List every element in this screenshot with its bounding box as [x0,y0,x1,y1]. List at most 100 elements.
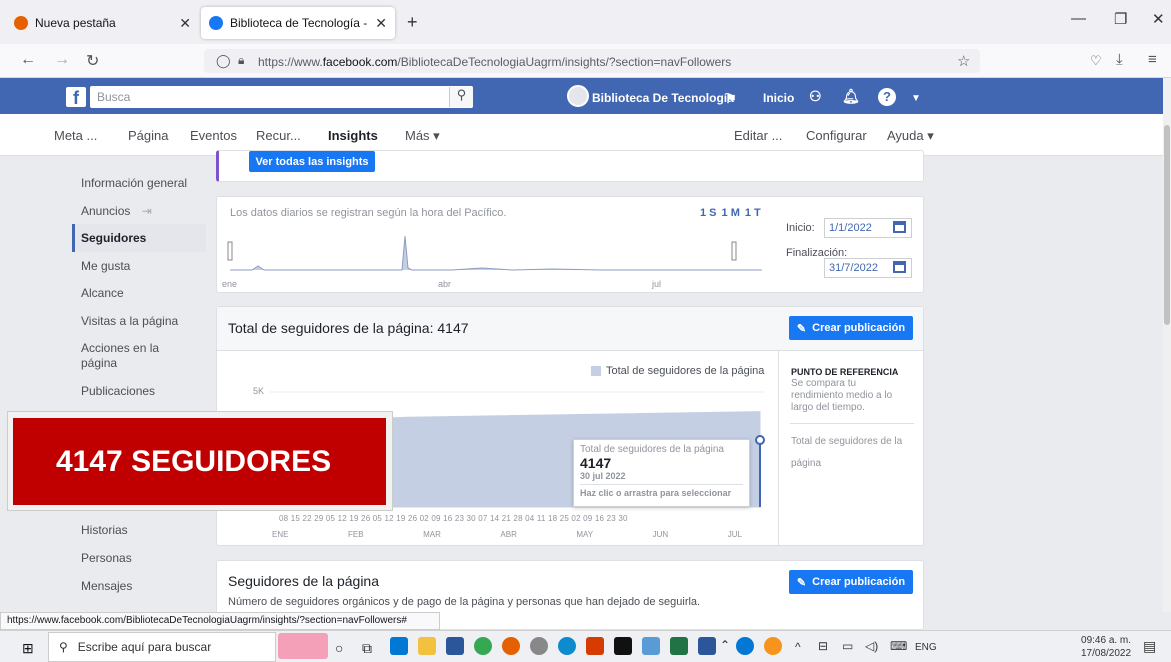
notifications-bell-icon[interactable]: 🔔︎ [842,88,860,105]
search-icon[interactable]: ⚲ [449,87,473,107]
view-all-insights-button[interactable]: Ver todas las insights [249,151,375,172]
tab-meta[interactable]: Meta ... [54,128,97,143]
word-icon[interactable] [698,637,716,655]
tooltip-title: Total de seguidores de la página [580,444,724,455]
tab-recursos[interactable]: Recur... [256,128,301,143]
edit-link[interactable]: Editar ... [734,128,782,143]
tooltip-hint: Haz clic o arrastra para seleccionar [580,488,732,498]
scrollbar-thumb[interactable] [1164,125,1170,325]
language-indicator[interactable]: ENG [915,642,937,653]
new-tab-button[interactable]: + [407,12,418,33]
sidebar-item-page-views[interactable]: Visitas a la página [81,314,206,329]
create-post-button[interactable]: ✎ Crear publicación [789,570,913,594]
netflix-icon[interactable] [614,637,632,655]
minimize-icon[interactable]: — [1071,10,1086,27]
menu-icon[interactable]: ≡ [1148,51,1157,68]
reload-icon[interactable]: ↻ [86,51,99,71]
settings-link[interactable]: Configurar [806,128,867,143]
office-icon[interactable] [586,637,604,655]
edge-icon[interactable] [558,637,576,655]
help-icon[interactable]: ? [878,88,896,106]
period-1m[interactable]: 1 M [722,207,740,219]
tab-eventos[interactable]: Eventos [190,128,237,143]
fb-page-name[interactable]: Biblioteca De Tecnología [592,91,734,105]
range-handle-right[interactable] [731,241,737,261]
forward-icon[interactable]: → [54,51,70,69]
period-selector: 1 S 1 M 1 T [700,207,761,219]
benchmark-title: PUNTO DE REFERENCIA [791,367,899,377]
network-icon[interactable]: ⊟ [818,639,828,653]
help-link[interactable]: Ayuda ▾ [887,128,934,144]
download-icon[interactable]: ⤓ [1116,51,1123,68]
sidebar-item-stories[interactable]: Historias [81,523,206,538]
file-explorer-icon[interactable] [418,637,436,655]
search-highlight-icon[interactable] [278,633,328,659]
range-sparkline[interactable] [222,222,770,286]
restore-icon[interactable]: ❐ [1114,10,1127,28]
dropbox-icon[interactable] [390,637,408,655]
tab-insights[interactable]: Insights [328,128,378,143]
close-icon[interactable]: ✕ [375,15,387,32]
sidebar-item-followers[interactable]: Seguidores [81,231,206,246]
calendar-icon[interactable] [893,221,906,233]
facebook-search-input[interactable]: Busca [90,86,473,108]
tab-mas[interactable]: Más ▾ [405,128,440,144]
excel-icon[interactable] [670,637,688,655]
app-icon[interactable] [764,637,782,655]
clock-date: 17/08/2022 [1081,648,1132,659]
facebook-logo-icon[interactable]: f [66,87,86,108]
lock-icon[interactable]: 🔒︎ [238,53,244,68]
windows-start-icon[interactable]: ⊞ [22,640,34,657]
browser-tab-new[interactable]: Nueva pestaña ✕ [6,7,199,39]
battery-icon[interactable]: ▭ [842,639,853,653]
notifications-icon[interactable]: ▤ [1143,638,1156,655]
taskbar-search-text: Escribe aquí para buscar [77,640,212,654]
help-app-icon[interactable] [736,637,754,655]
friends-icon[interactable]: ⚇ [809,88,822,105]
sidebar-item-people[interactable]: Personas [81,551,206,566]
chevron-down-icon[interactable]: ▼ [911,93,921,104]
back-icon[interactable]: ← [20,51,36,69]
sidebar-item-ads[interactable]: Anuncios ⇥ [81,204,206,219]
clock[interactable]: 09:46 a. m. 17/08/2022 [1081,634,1131,660]
range-handle-left[interactable] [227,241,233,261]
followers-total-title: Total de seguidores de la página: 4147 [228,320,469,336]
task-view-icon[interactable]: ⧉ [362,640,372,657]
sidebar-item-posts[interactable]: Publicaciones [81,384,206,399]
data-point[interactable] [755,435,765,445]
sidebar-item-overview[interactable]: Información general [81,176,206,191]
url-text[interactable]: https://www.facebook.com/BibliotecaDeTec… [258,55,731,69]
pencil-icon: ✎ [796,576,807,589]
benchmark-metric[interactable]: Total de seguidores de la página [791,431,916,475]
sidebar-item-actions[interactable]: Acciones en la página [81,341,161,371]
chrome-icon[interactable] [474,637,492,655]
fb-home-link[interactable]: Inicio [763,91,794,105]
volume-icon[interactable]: ◁) [865,639,878,653]
tab-pagina[interactable]: Página [128,128,168,143]
pocket-icon[interactable]: ♡ [1090,53,1102,69]
calendar-icon[interactable] [893,261,906,273]
sidebar-item-reach[interactable]: Alcance [81,286,206,301]
tab-title: Biblioteca de Tecnología - Uagr [230,16,370,30]
app-icon[interactable] [642,637,660,655]
store-icon[interactable] [446,637,464,655]
period-1q[interactable]: 1 T [745,207,761,219]
sidebar-item-messages[interactable]: Mensajes [81,579,206,594]
cortana-icon[interactable]: ○ [335,640,343,656]
chevron-up-icon[interactable]: ⌃ [720,638,730,652]
settings-gear-icon[interactable] [530,637,548,655]
taskbar-search[interactable]: ⚲ Escribe aquí para buscar [48,632,276,662]
tray-chevron-icon[interactable]: ^ [795,640,801,654]
close-icon[interactable]: ✕ [179,15,191,32]
keyboard-icon[interactable]: ⌨ [890,639,907,653]
period-1w[interactable]: 1 S [700,207,717,219]
avatar[interactable] [567,85,589,107]
close-window-icon[interactable]: ✕ [1152,10,1165,28]
firefox-icon[interactable] [502,637,520,655]
browser-tab-active[interactable]: Biblioteca de Tecnología - Uagr ✕ [201,7,395,39]
create-post-button[interactable]: ✎ Crear publicación [789,316,913,340]
pages-icon[interactable]: ⚑ [725,91,737,107]
shield-icon[interactable]: ◯ [216,53,231,69]
sidebar-item-likes[interactable]: Me gusta [81,259,206,274]
bookmark-star-icon[interactable]: ☆ [957,52,970,70]
